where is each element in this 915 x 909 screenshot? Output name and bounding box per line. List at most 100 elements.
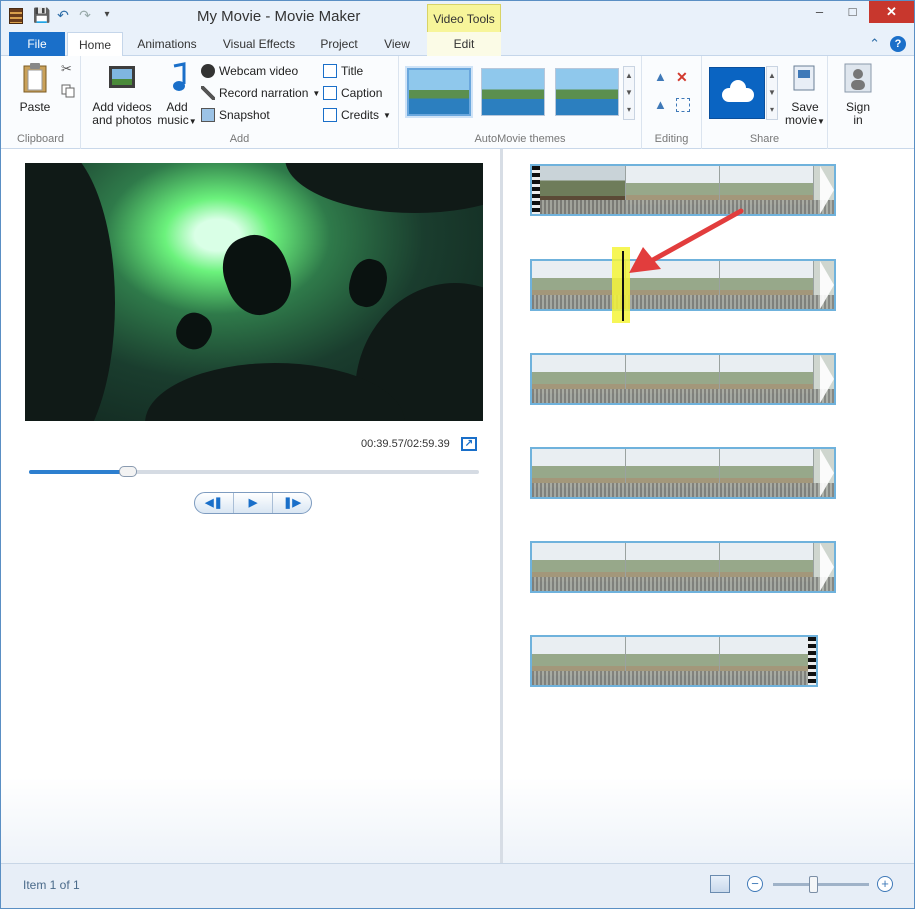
- audio-waveform: [532, 483, 834, 497]
- tab-home[interactable]: Home: [67, 32, 123, 57]
- film-end-marker: [808, 637, 816, 685]
- themes-gallery-scroller[interactable]: ▲ ▼ ▾: [623, 66, 635, 120]
- onedrive-icon[interactable]: [709, 67, 765, 119]
- clip-continues-marker: [820, 166, 834, 214]
- tab-file[interactable]: File: [9, 32, 65, 56]
- save-movie-label-2-text: movie: [785, 113, 818, 127]
- preview-diver: [344, 255, 392, 311]
- add-videos-photos-button[interactable]: Add videos and photos: [91, 62, 153, 127]
- audio-waveform: [532, 295, 834, 309]
- tab-visual-effects[interactable]: Visual Effects: [215, 32, 303, 56]
- select-all-button[interactable]: [676, 98, 690, 112]
- add-music-button[interactable]: Add music▼: [155, 62, 199, 128]
- annotation-arrow-shaft: [648, 208, 744, 264]
- audio-waveform: [532, 389, 834, 403]
- minimize-button[interactable]: –: [803, 1, 836, 23]
- tab-project[interactable]: Project: [313, 32, 365, 56]
- chevron-down-icon: ▼: [383, 110, 391, 120]
- close-button[interactable]: ✕: [869, 1, 914, 23]
- credits-icon: [323, 108, 337, 122]
- editing-group: ▲ ✕ ▲ Editing: [642, 56, 702, 149]
- storyboard-clip-row[interactable]: [530, 353, 836, 405]
- pane-splitter[interactable]: [500, 149, 503, 863]
- clip-continues-marker: [820, 449, 834, 497]
- zoom-slider-thumb[interactable]: [809, 876, 819, 893]
- storyboard-view-icon[interactable]: [710, 875, 730, 893]
- audio-waveform: [532, 671, 816, 685]
- title-button[interactable]: Title: [323, 64, 363, 78]
- play-button[interactable]: ▶: [234, 493, 273, 513]
- tab-animations[interactable]: Animations: [129, 32, 205, 56]
- collapse-ribbon-icon[interactable]: ⌃: [869, 36, 880, 52]
- save-movie-label-2: movie▼: [784, 114, 826, 128]
- theme-thumbnail[interactable]: [481, 68, 545, 116]
- sign-in-button[interactable]: Sign in: [838, 62, 878, 127]
- cut-button[interactable]: ✂: [61, 62, 75, 76]
- add-videos-photos-icon: [109, 66, 135, 88]
- storyboard-clip-row[interactable]: [530, 447, 836, 499]
- movie-maker-app-icon[interactable]: [9, 8, 23, 24]
- record-narration-label: Record narration: [219, 86, 309, 100]
- status-bar: Item 1 of 1 − +: [1, 863, 914, 908]
- save-movie-button[interactable]: Save movie▼: [784, 62, 826, 128]
- copy-button[interactable]: [61, 84, 75, 98]
- record-narration-button[interactable]: Record narration ▼: [201, 86, 320, 100]
- webcam-label: Webcam video: [219, 64, 299, 78]
- movie-maker-window: 💾 ↶ ↷ ▾ My Movie - Movie Maker Video Too…: [0, 0, 915, 909]
- chevron-down-icon: ▼: [817, 117, 825, 126]
- clip-continues-marker: [820, 261, 834, 309]
- video-preview[interactable]: [25, 163, 483, 421]
- credits-label: Credits: [341, 108, 380, 122]
- previous-frame-button[interactable]: ◀❚: [195, 493, 234, 513]
- next-frame-button[interactable]: ❚▶: [273, 493, 311, 513]
- rotate-right-button[interactable]: ▲: [654, 98, 668, 112]
- seek-bar-thumb[interactable]: [119, 466, 137, 477]
- theme-thumbnail[interactable]: [555, 68, 619, 116]
- annotation-arrow: [629, 208, 744, 273]
- add-music-label-2-text: music: [157, 113, 189, 127]
- clipboard-group: Paste ✂ Clipboard: [1, 56, 81, 149]
- scissors-icon: ✂: [61, 61, 72, 76]
- rotate-left-button[interactable]: ▲: [654, 70, 668, 84]
- webcam-video-button[interactable]: Webcam video: [201, 64, 298, 78]
- tab-edit[interactable]: Edit: [427, 32, 501, 56]
- themes-group-label: AutoMovie themes: [474, 133, 566, 145]
- theme-thumbnail[interactable]: [407, 68, 471, 116]
- title-bar: 💾 ↶ ↷ ▾ My Movie - Movie Maker Video Too…: [1, 1, 914, 32]
- snapshot-button[interactable]: Snapshot: [201, 108, 270, 122]
- fullscreen-icon[interactable]: ↗: [461, 437, 477, 451]
- paste-label: Paste: [19, 100, 51, 114]
- save-icon[interactable]: 💾: [33, 7, 50, 23]
- preview-diver: [170, 306, 218, 356]
- ribbon: Paste ✂ Clipboard Add videos and photos …: [1, 56, 914, 149]
- transport-controls: ◀❚ ▶ ❚▶: [194, 492, 312, 514]
- paste-button[interactable]: Paste: [15, 62, 55, 114]
- remove-x-icon: ✕: [676, 69, 688, 85]
- tab-view[interactable]: View: [373, 32, 421, 56]
- zoom-in-button[interactable]: +: [877, 876, 893, 892]
- window-title: My Movie - Movie Maker: [197, 8, 361, 25]
- caption-button[interactable]: Caption: [323, 86, 382, 100]
- status-item-count: Item 1 of 1: [23, 878, 80, 892]
- ribbon-tabs: File Home Animations Visual Effects Proj…: [1, 32, 914, 57]
- help-icon[interactable]: ?: [890, 36, 906, 52]
- customize-toolbar-icon[interactable]: ▾: [99, 7, 115, 23]
- credits-button[interactable]: Credits ▼: [323, 108, 391, 122]
- copy-icon: [61, 84, 75, 98]
- seek-bar[interactable]: [29, 466, 479, 477]
- tab-row-controls: ⌃ ?: [869, 36, 906, 52]
- zoom-out-button[interactable]: −: [747, 876, 763, 892]
- undo-icon[interactable]: ↶: [55, 7, 71, 23]
- share-gallery-scroller[interactable]: ▲ ▼ ▾: [766, 66, 778, 120]
- storyboard-clip-row[interactable]: [530, 635, 818, 687]
- caption-label: Caption: [341, 86, 383, 100]
- maximize-button[interactable]: □: [836, 1, 869, 23]
- zoom-slider[interactable]: [773, 876, 869, 893]
- clip-continues-marker: [820, 543, 834, 591]
- redo-icon[interactable]: ↷: [77, 7, 93, 23]
- audio-waveform: [532, 577, 834, 591]
- storyboard-clip-row[interactable]: [530, 541, 836, 593]
- quick-access-toolbar: 💾 ↶ ↷ ▾: [33, 7, 115, 23]
- remove-button[interactable]: ✕: [676, 70, 690, 84]
- preview-rock-top: [285, 163, 483, 213]
